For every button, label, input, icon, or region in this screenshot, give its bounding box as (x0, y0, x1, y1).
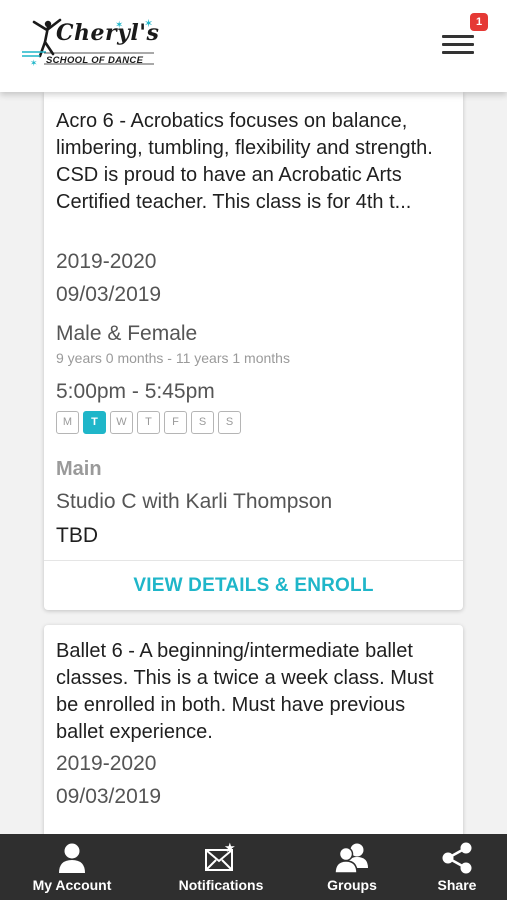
class-time: 5:00pm - 5:45pm (56, 380, 215, 403)
class-card: Ballet 6 - A beginning/intermediate ball… (44, 625, 463, 855)
bottom-navigation: My Account ★ Notifications Groups Share (0, 834, 507, 900)
class-instructor: TBD (56, 524, 98, 547)
users-icon (334, 843, 368, 874)
nav-label: Share (437, 877, 477, 893)
class-age-range: 9 years 0 months - 11 years 1 months (56, 350, 290, 366)
notification-badge: 1 (470, 13, 488, 31)
nav-label: My Account (32, 877, 112, 893)
day-monday: M (56, 411, 79, 434)
class-description: Acro 6 - Acrobatics focuses on balance, … (56, 110, 433, 213)
share-icon (442, 842, 472, 874)
app-header: ✶ ✶ ✶ Cheryl's SCHOOL OF DANCE 1 (0, 0, 507, 92)
class-season: 2019-2020 (56, 752, 157, 775)
school-logo[interactable]: ✶ ✶ ✶ Cheryl's SCHOOL OF DANCE (20, 16, 160, 74)
menu-line-icon (442, 43, 474, 46)
class-description: Ballet 6 - A beginning/intermediate ball… (56, 640, 434, 743)
view-details-enroll-button[interactable]: VIEW DETAILS & ENROLL (44, 575, 463, 597)
nav-notifications[interactable]: ★ Notifications (160, 834, 282, 900)
logo-subtitle: SCHOOL OF DANCE (46, 55, 144, 66)
menu-line-icon (442, 35, 474, 38)
day-sunday: S (218, 411, 241, 434)
day-wednesday: W (110, 411, 133, 434)
class-season: 2019-2020 (56, 250, 157, 273)
envelope-star-icon: ★ (205, 842, 236, 871)
class-room: Studio C with Karli Thompson (56, 490, 333, 513)
class-start-date: 09/03/2019 (56, 283, 162, 306)
svg-text:✶: ✶ (30, 58, 38, 68)
nav-label: Groups (327, 877, 377, 893)
day-tuesday: T (83, 411, 106, 434)
class-card: Acro 6 - Acrobatics focuses on balance, … (44, 92, 463, 610)
logo-title: Cheryl's (56, 20, 160, 46)
day-friday: F (164, 411, 187, 434)
nav-groups[interactable]: Groups (306, 834, 398, 900)
class-location: Main (56, 458, 102, 480)
nav-label: Notifications (178, 877, 264, 893)
hamburger-menu-button[interactable] (440, 29, 476, 59)
weekday-indicator: M T W T F S S (56, 411, 241, 434)
class-start-date: 09/03/2019 (56, 785, 162, 808)
day-saturday: S (191, 411, 214, 434)
nav-share[interactable]: Share (420, 834, 494, 900)
menu-line-icon (442, 51, 474, 54)
card-divider (44, 560, 463, 561)
svg-text:★: ★ (224, 842, 236, 855)
user-icon (59, 843, 85, 873)
nav-my-account[interactable]: My Account (10, 834, 134, 900)
class-gender: Male & Female (56, 322, 198, 345)
day-thursday: T (137, 411, 160, 434)
